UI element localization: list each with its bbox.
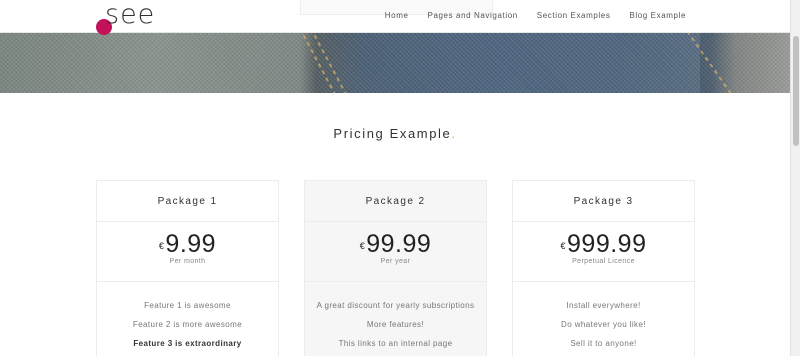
- package-name: Package 2: [305, 181, 486, 222]
- pricing-card-package-3: Package 3 €999.99 Perpetual Licence Inst…: [512, 180, 695, 356]
- feature-item: Do whatever you like!: [561, 320, 646, 329]
- currency-symbol: €: [560, 241, 567, 251]
- feature-item: Feature 2 is more awesome: [132, 320, 243, 329]
- billing-period: Per year: [380, 258, 411, 265]
- feature-item: Sell it to anyone!: [570, 339, 637, 348]
- nav-item-section-examples[interactable]: Section Examples: [537, 11, 611, 20]
- hero-banner-image: [0, 33, 790, 93]
- section-title-text: Pricing Example: [333, 126, 452, 141]
- feature-list: Feature 1 is awesome Feature 2 is more a…: [97, 282, 278, 353]
- denim-seam: [298, 33, 344, 93]
- feature-list: Install everywhere! Do whatever you like…: [513, 282, 694, 353]
- nav-item-home[interactable]: Home: [385, 11, 409, 20]
- billing-period: Perpetual Licence: [572, 258, 635, 265]
- price-box: €999.99 Perpetual Licence: [513, 222, 694, 282]
- feature-item: A great discount for yearly subscription…: [316, 301, 475, 310]
- pricing-card-package-1: Package 1 €9.99 Per month Feature 1 is a…: [96, 180, 279, 356]
- currency-symbol: €: [158, 241, 165, 251]
- billing-period: Per month: [169, 258, 206, 265]
- price-amount: 999.99: [567, 230, 647, 258]
- hero-shadow: [700, 33, 790, 93]
- main-nav: Home Pages and Navigation Section Exampl…: [366, 11, 686, 20]
- feature-item: Install everywhere!: [566, 301, 641, 310]
- scrollbar-thumb[interactable]: [793, 36, 799, 146]
- feature-item: Feature 1 is awesome: [144, 301, 231, 310]
- logo-text: see: [105, 0, 156, 30]
- feature-item: More features!: [366, 320, 425, 329]
- feature-item: Feature 3 is extraordinary: [133, 339, 242, 348]
- price-box: €99.99 Per year: [305, 222, 486, 282]
- nav-item-pages-and-navigation[interactable]: Pages and Navigation: [428, 11, 518, 20]
- feature-list: A great discount for yearly subscription…: [305, 282, 486, 353]
- section-title-dot: .: [451, 126, 457, 141]
- package-name: Package 1: [97, 181, 278, 222]
- logo[interactable]: see: [96, 0, 166, 37]
- page-scrollbar[interactable]: [790, 0, 800, 356]
- nav-item-blog-example[interactable]: Blog Example: [629, 11, 686, 20]
- price: €999.99: [561, 230, 647, 258]
- currency-symbol: €: [359, 241, 366, 251]
- price-amount: 99.99: [366, 230, 432, 258]
- price-amount: 9.99: [165, 230, 217, 258]
- feature-link[interactable]: This links to an internal page: [305, 334, 486, 353]
- package-name: Package 3: [513, 181, 694, 222]
- price: €9.99: [159, 230, 216, 258]
- site-header: see Home Pages and Navigation Section Ex…: [0, 0, 790, 35]
- section-title: Pricing Example.: [0, 126, 790, 141]
- price: €99.99: [360, 230, 432, 258]
- pricing-card-package-2: Package 2 €99.99 Per year A great discou…: [304, 180, 487, 356]
- price-box: €9.99 Per month: [97, 222, 278, 282]
